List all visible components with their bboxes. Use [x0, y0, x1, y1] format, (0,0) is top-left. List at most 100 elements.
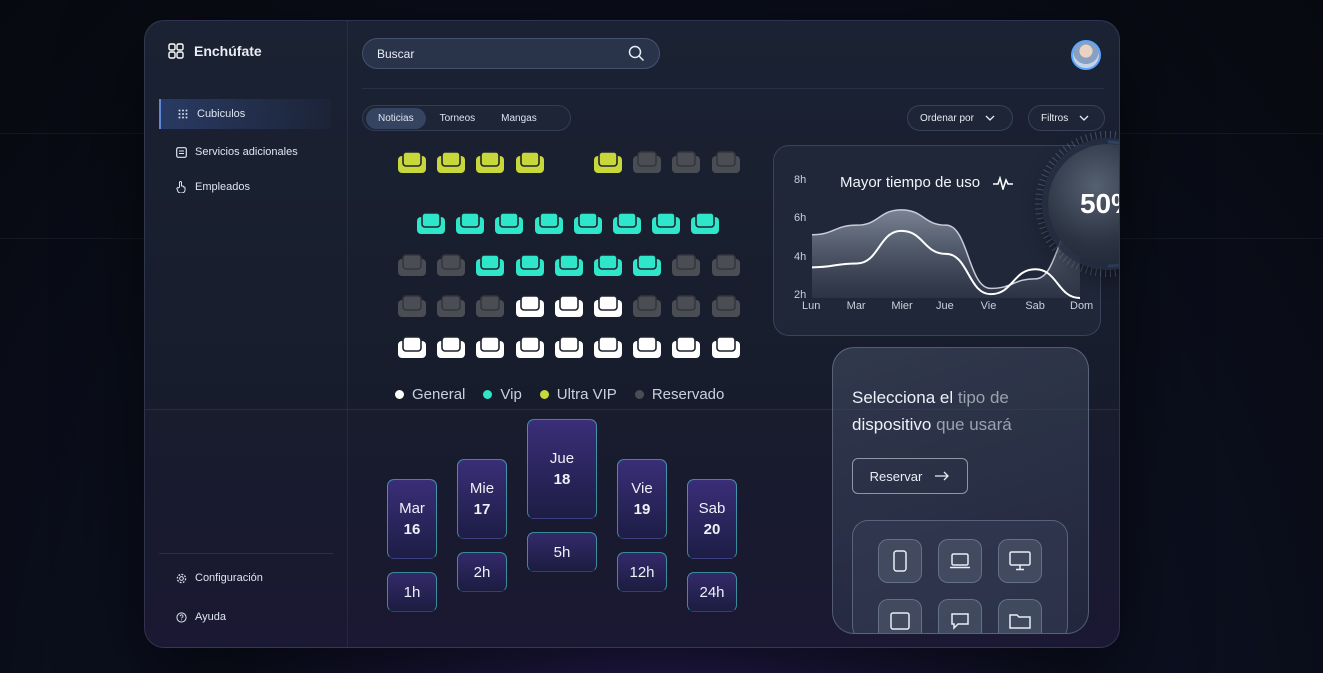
- day-card-vie[interactable]: Vie 19: [617, 459, 667, 539]
- seat[interactable]: [515, 336, 545, 360]
- folder-icon[interactable]: [998, 599, 1042, 633]
- seat-legend: General Vip Ultra VIP Reservado: [395, 386, 724, 403]
- seat[interactable]: [651, 212, 681, 236]
- sidebar-item-empleados[interactable]: Empleados: [159, 172, 331, 202]
- seat[interactable]: [593, 295, 623, 319]
- gauge-tick: [1114, 131, 1117, 139]
- usage-gauge: 50%: [1048, 144, 1119, 264]
- seat[interactable]: [711, 336, 741, 360]
- gauge-tick: [1080, 136, 1084, 143]
- seat[interactable]: [475, 151, 505, 175]
- x-tick-label: Jue: [936, 300, 954, 312]
- search-bar[interactable]: Buscar: [362, 38, 660, 69]
- legend-general: General: [395, 386, 465, 403]
- seat[interactable]: [475, 295, 505, 319]
- day-card-jue[interactable]: Jue 18: [527, 419, 597, 519]
- sidebar-item-cubiculos[interactable]: Cubiculos: [159, 99, 331, 129]
- seat[interactable]: [554, 254, 584, 278]
- phone-icon[interactable]: [878, 539, 922, 583]
- filter-label: Filtros: [1041, 112, 1069, 124]
- seat[interactable]: [436, 254, 466, 278]
- hours-card[interactable]: 1h: [387, 572, 437, 612]
- console-icon[interactable]: [938, 599, 982, 633]
- seat[interactable]: [671, 151, 701, 175]
- reserve-button[interactable]: Reservar: [852, 458, 968, 494]
- tablet-icon[interactable]: [878, 599, 922, 633]
- seat[interactable]: [515, 254, 545, 278]
- hours-card[interactable]: 2h: [457, 552, 507, 592]
- seat[interactable]: [632, 336, 662, 360]
- seat[interactable]: [690, 212, 720, 236]
- gauge-tick: [1039, 178, 1047, 182]
- search-input[interactable]: Buscar: [377, 47, 414, 61]
- hours-card[interactable]: 5h: [527, 532, 597, 572]
- filter-dropdown[interactable]: Filtros: [1028, 105, 1105, 131]
- seat[interactable]: [515, 151, 545, 175]
- seat[interactable]: [397, 295, 427, 319]
- sidebar-item-configuracion[interactable]: Configuración: [159, 563, 331, 593]
- gauge-tick: [1084, 134, 1089, 142]
- gauge-tick: [1099, 269, 1102, 277]
- legend-reservado: Reservado: [634, 386, 724, 403]
- seat[interactable]: [612, 212, 642, 236]
- seat[interactable]: [632, 151, 662, 175]
- seat[interactable]: [632, 254, 662, 278]
- search-icon[interactable]: [627, 45, 645, 63]
- sidebar-item-label: Configuración: [195, 572, 263, 584]
- hours-card[interactable]: 12h: [617, 552, 667, 592]
- sidebar-item-label: Empleados: [195, 181, 251, 193]
- sidebar-item-servicios[interactable]: Servicios adicionales: [159, 137, 331, 167]
- seat[interactable]: [711, 151, 741, 175]
- monitor-icon[interactable]: [998, 539, 1042, 583]
- seat[interactable]: [593, 151, 623, 175]
- laptop-icon[interactable]: [938, 539, 982, 583]
- seat[interactable]: [593, 254, 623, 278]
- tab-noticias[interactable]: Noticias: [366, 107, 426, 129]
- sort-dropdown[interactable]: Ordenar por: [907, 105, 1013, 131]
- seat[interactable]: [397, 336, 427, 360]
- seat[interactable]: [436, 336, 466, 360]
- seat[interactable]: [475, 336, 505, 360]
- avatar[interactable]: [1071, 40, 1101, 70]
- seat[interactable]: [515, 295, 545, 319]
- device-selector: [852, 520, 1068, 633]
- tab-mangas[interactable]: Mangas: [489, 108, 549, 129]
- x-tick-label: Mar: [846, 300, 866, 312]
- gauge-tick: [1080, 265, 1084, 272]
- seat[interactable]: [671, 336, 701, 360]
- day-card-mie[interactable]: Mie 17: [457, 459, 507, 539]
- gauge-tick: [1089, 267, 1093, 275]
- seat[interactable]: [554, 295, 584, 319]
- seat[interactable]: [554, 336, 584, 360]
- day-card-mar[interactable]: Mar 16: [387, 479, 437, 559]
- x-tick-label: Dom: [1070, 300, 1094, 312]
- list-icon: [175, 146, 187, 158]
- gauge-tick: [1037, 183, 1045, 187]
- help-icon: [175, 611, 187, 623]
- day-card-sab[interactable]: Sab 20: [687, 479, 737, 559]
- gauge-tick: [1114, 269, 1117, 277]
- seat[interactable]: [573, 212, 603, 236]
- seat[interactable]: [671, 254, 701, 278]
- seat[interactable]: [593, 336, 623, 360]
- seat[interactable]: [711, 295, 741, 319]
- seat[interactable]: [632, 295, 662, 319]
- tab-torneos[interactable]: Torneos: [428, 108, 488, 129]
- seat[interactable]: [436, 295, 466, 319]
- sidebar-item-ayuda[interactable]: Ayuda: [159, 602, 331, 632]
- seat[interactable]: [397, 254, 427, 278]
- seat[interactable]: [711, 254, 741, 278]
- seat[interactable]: [534, 212, 564, 236]
- seat[interactable]: [475, 254, 505, 278]
- x-tick-label: Vie: [980, 300, 997, 312]
- seat[interactable]: [416, 212, 446, 236]
- brand[interactable]: Enchúfate: [168, 43, 262, 59]
- seat[interactable]: [397, 151, 427, 175]
- seat[interactable]: [436, 151, 466, 175]
- brand-name: Enchúfate: [194, 43, 262, 59]
- booking-title: Selecciona el tipo de dispositivo que us…: [852, 388, 1012, 434]
- seat[interactable]: [455, 212, 485, 236]
- seat[interactable]: [494, 212, 524, 236]
- seat[interactable]: [671, 295, 701, 319]
- hours-card[interactable]: 24h: [687, 572, 737, 612]
